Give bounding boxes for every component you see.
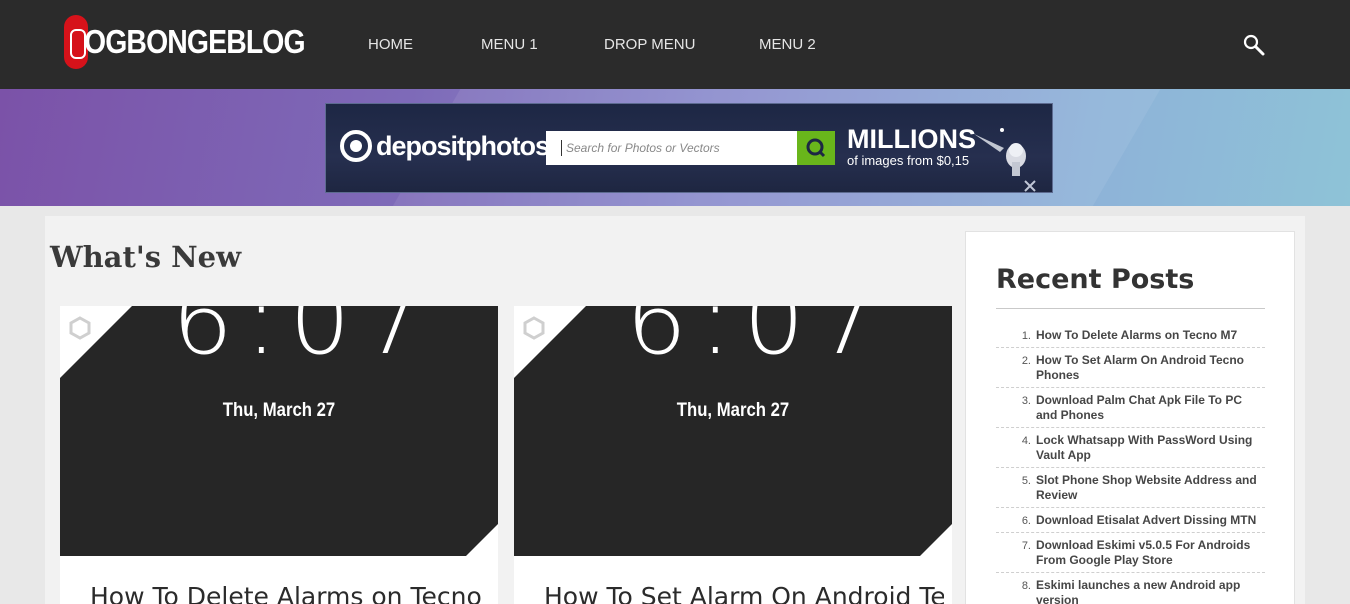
site-logo[interactable]: OGBONGEBLOG [64, 14, 341, 70]
list-item: 8. Eskimi launches a new Android app vers… [996, 578, 1265, 604]
post-card[interactable]: 6:07 Thu, March 27 How To Set Alarm On A… [514, 306, 952, 604]
nav-menu-2[interactable]: MENU 2 [759, 36, 816, 53]
nav-home[interactable]: HOME [368, 36, 481, 53]
ad-logo: depositphotos [340, 130, 550, 162]
corner-decoration [920, 524, 952, 556]
ad-banner[interactable]: depositphotos MILLIONS of images from $0… [325, 103, 1053, 193]
post-title[interactable]: How To Delete Alarms on Tecno M7 [90, 582, 490, 604]
recent-post-link[interactable]: How To Delete Alarms on Tecno M7 [1036, 328, 1237, 343]
list-item: 3. Download Palm Chat Apk File To PC and … [996, 393, 1265, 428]
site-header: OGBONGEBLOG HOME MENU 1 DROP MENU MENU 2 [0, 0, 1350, 89]
list-number: 3. [1021, 395, 1031, 407]
recent-posts-list: 1. How To Delete Alarms on Tecno M7 2. How… [996, 328, 1265, 604]
sidebar-recent-posts: Recent Posts 1. How To Delete Alarms on T… [965, 231, 1295, 604]
list-item: 2. How To Set Alarm On Android Tecno Phon… [996, 353, 1265, 388]
ad-subline: of images from $0,15 [847, 153, 970, 168]
list-number: 7. [1021, 540, 1031, 552]
list-item: 1. How To Delete Alarms on Tecno M7 [996, 328, 1265, 348]
logo-text: OGBONGEBLOG [84, 23, 306, 60]
list-number: 5. [1021, 475, 1031, 487]
nav-menu-1[interactable]: MENU 1 [481, 36, 604, 53]
banner: depositphotos MILLIONS of images from $0… [0, 89, 1350, 206]
text-caret [561, 140, 562, 156]
section-title: What's New [50, 240, 242, 274]
list-item: 7. Download Eskimi v5.0.5 For Androids Fr… [996, 538, 1265, 573]
hexagon-icon [69, 316, 91, 340]
list-number: 4. [1021, 435, 1031, 447]
thumbnail-date: Thu, March 27 [222, 400, 336, 421]
thumbnail-clock: 6:07 [626, 306, 890, 376]
camera-icon [340, 130, 372, 162]
divider [996, 308, 1265, 309]
list-number: 2. [1021, 355, 1031, 367]
recent-post-link[interactable]: Download Eskimi v5.0.5 For Androids From… [1036, 538, 1265, 568]
ad-search-button[interactable] [797, 131, 835, 165]
post-thumbnail[interactable]: 6:07 Thu, March 27 [60, 306, 498, 556]
recent-post-link[interactable]: How To Set Alarm On Android Tecno Phones [1036, 353, 1265, 383]
search-icon[interactable] [1243, 34, 1265, 56]
post-card[interactable]: 6:07 Thu, March 27 How To Delete Alarms … [60, 306, 498, 604]
list-number: 1. [1021, 330, 1031, 342]
thumbnail-clock: 6:07 [172, 306, 436, 376]
ad-options-icon[interactable] [1022, 178, 1038, 194]
recent-post-link[interactable]: Download Etisalat Advert Dissing MTN [1036, 513, 1256, 528]
recent-post-link[interactable]: Lock Whatsapp With PassWord Using Vault … [1036, 433, 1265, 463]
list-item: 5. Slot Phone Shop Website Address and Re… [996, 473, 1265, 508]
ad-search-input[interactable] [546, 131, 798, 165]
main-nav: HOME MENU 1 DROP MENU MENU 2 [368, 36, 816, 53]
sidebar-title: Recent Posts [996, 264, 1195, 295]
recent-post-link[interactable]: Eskimi launches a new Android app versio… [1036, 578, 1265, 604]
list-item: 6. Download Etisalat Advert Dissing MTN [996, 513, 1265, 533]
list-item: 4. Lock Whatsapp With PassWord Using Vaul… [996, 433, 1265, 468]
list-number: 8. [1021, 580, 1031, 592]
corner-decoration [466, 524, 498, 556]
recent-post-link[interactable]: Download Palm Chat Apk File To PC and Ph… [1036, 393, 1265, 423]
nav-drop-menu[interactable]: DROP MENU [604, 36, 759, 53]
astronaut-icon [974, 128, 1026, 176]
thumbnail-date: Thu, March 27 [676, 400, 790, 421]
ad-brand: depositphotos [376, 130, 550, 161]
hexagon-icon [523, 316, 545, 340]
ad-headline: MILLIONS [847, 124, 976, 154]
search-icon [806, 138, 826, 158]
list-number: 6. [1021, 515, 1031, 527]
recent-post-link[interactable]: Slot Phone Shop Website Address and Revi… [1036, 473, 1265, 503]
post-thumbnail[interactable]: 6:07 Thu, March 27 [514, 306, 952, 556]
post-title[interactable]: How To Set Alarm On Android Tecno Phones [544, 582, 944, 604]
